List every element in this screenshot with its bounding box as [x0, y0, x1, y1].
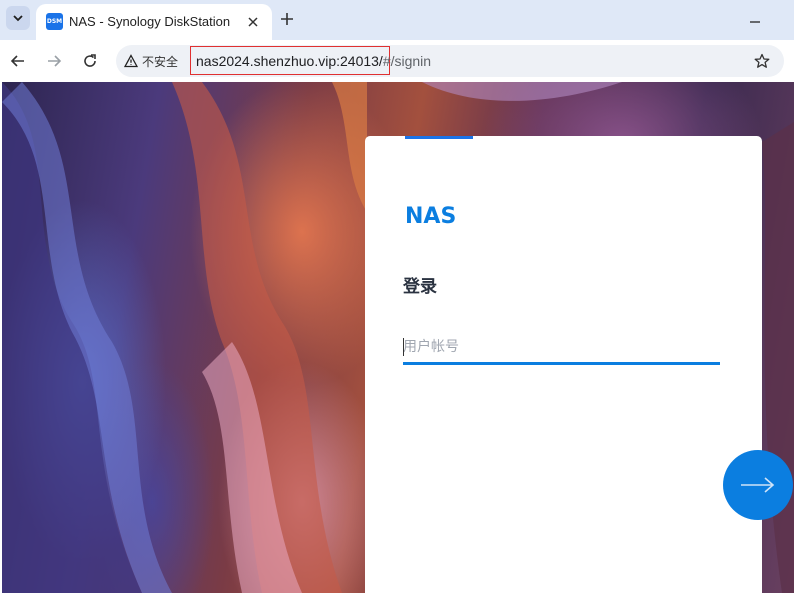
star-icon	[754, 53, 770, 68]
tab-close-button[interactable]	[243, 12, 263, 32]
url-path: #/signin	[382, 53, 432, 69]
security-label: 不安全	[142, 54, 179, 69]
reload-icon	[84, 54, 96, 67]
bookmark-button[interactable]	[752, 51, 772, 71]
back-arrow-icon	[10, 55, 24, 67]
reload-button[interactable]	[78, 49, 102, 73]
site-security-chip[interactable]: 不安全	[124, 51, 178, 71]
address-bar[interactable]: 不安全 nas2024.shenzhuo.vip:24013/#/signin	[116, 45, 784, 77]
card-progress-accent	[405, 136, 473, 139]
nas-brand-title: NAS	[405, 204, 457, 229]
close-icon	[248, 17, 258, 27]
chevron-down-icon	[13, 15, 23, 22]
tab-title: NAS - Synology DiskStation	[69, 14, 231, 29]
back-button[interactable]	[6, 49, 30, 73]
minimize-icon	[750, 21, 760, 23]
warning-icon	[124, 54, 138, 68]
login-heading: 登录	[403, 277, 437, 296]
tab-search-button[interactable]	[6, 6, 30, 30]
new-tab-button[interactable]	[276, 8, 298, 30]
browser-tab[interactable]: DSM NAS - Synology DiskStation	[36, 4, 272, 40]
url-text[interactable]: nas2024.shenzhuo.vip:24013/#/signin	[196, 53, 431, 69]
synology-dsm-favicon: DSM	[46, 13, 63, 30]
forward-button[interactable]	[42, 49, 66, 73]
tab-strip: DSM NAS - Synology DiskStation	[0, 0, 794, 40]
text-caret	[403, 338, 404, 356]
minimize-button[interactable]	[744, 8, 766, 30]
next-button[interactable]	[723, 450, 793, 520]
arrow-right-icon	[741, 477, 775, 493]
username-input[interactable]	[403, 329, 720, 365]
login-card: NAS 登录	[365, 136, 762, 593]
browser-toolbar: 不安全 nas2024.shenzhuo.vip:24013/#/signin	[0, 40, 794, 82]
url-host: nas2024.shenzhuo.vip:24013/	[196, 53, 383, 69]
plus-icon	[281, 13, 293, 25]
forward-arrow-icon	[48, 55, 62, 67]
